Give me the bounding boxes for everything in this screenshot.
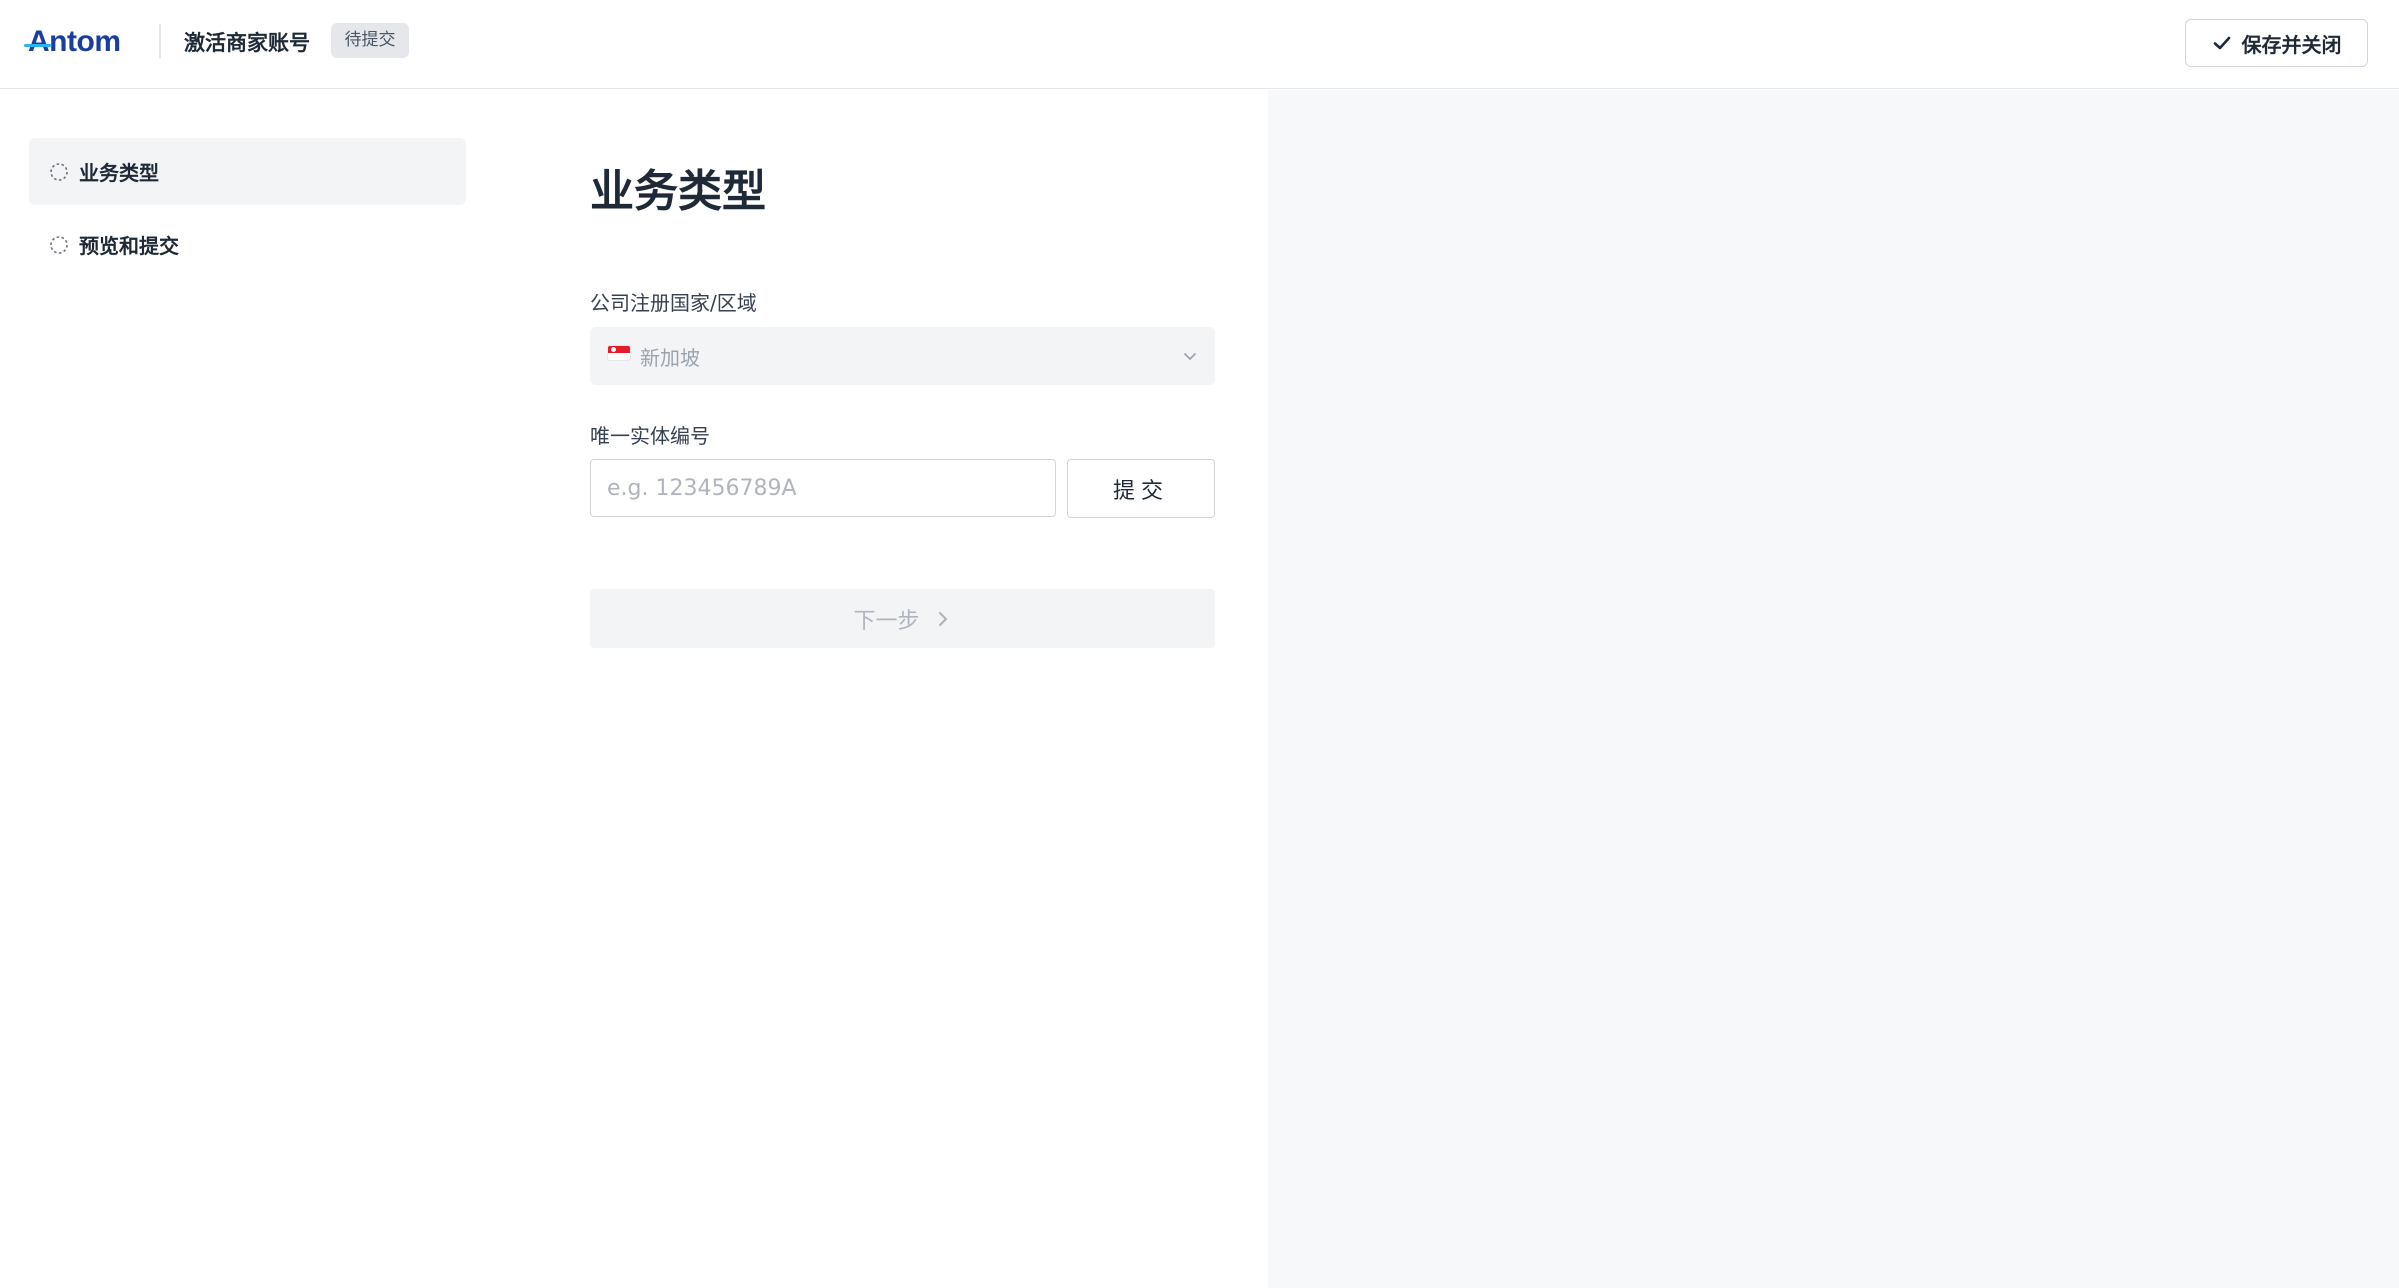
submit-button[interactable]: 提交 xyxy=(1067,459,1215,518)
header-divider xyxy=(159,24,161,58)
save-and-close-button[interactable]: 保存并关闭 xyxy=(2185,19,2368,67)
right-side-panel xyxy=(1268,90,2399,1288)
dashed-circle-icon xyxy=(50,235,68,254)
entity-number-input[interactable] xyxy=(590,459,1056,517)
antom-logo[interactable]: Antom xyxy=(23,22,121,62)
logo-text: ntom xyxy=(49,25,121,58)
save-and-close-label: 保存并关闭 xyxy=(2241,34,2342,57)
country-select-value: 新加坡 xyxy=(640,345,700,370)
chevron-right-icon xyxy=(938,611,947,626)
sidebar-item-business-type[interactable]: 业务类型 xyxy=(29,138,466,205)
singapore-flag-icon xyxy=(608,346,630,360)
check-icon xyxy=(2213,36,2230,50)
status-badge: 待提交 xyxy=(331,23,409,58)
sidebar-item-label: 预览和提交 xyxy=(79,234,179,258)
chevron-down-icon xyxy=(1184,353,1196,360)
entity-number-label: 唯一实体编号 xyxy=(590,424,710,448)
next-step-label: 下一步 xyxy=(853,608,920,634)
country-field-label: 公司注册国家/区域 xyxy=(590,291,757,315)
page-header-title: 激活商家账号 xyxy=(184,31,310,55)
dashed-circle-icon xyxy=(50,162,68,181)
sidebar-item-label: 业务类型 xyxy=(79,161,159,185)
next-step-button[interactable]: 下一步 xyxy=(590,589,1215,648)
top-header: Antom 激活商家账号 待提交 保存并关闭 xyxy=(0,0,2399,89)
country-select[interactable]: 新加坡 xyxy=(590,327,1215,385)
page-title: 业务类型 xyxy=(590,166,766,217)
logo-letter-a: A xyxy=(23,22,52,62)
sidebar-item-preview-submit[interactable]: 预览和提交 xyxy=(29,211,466,278)
